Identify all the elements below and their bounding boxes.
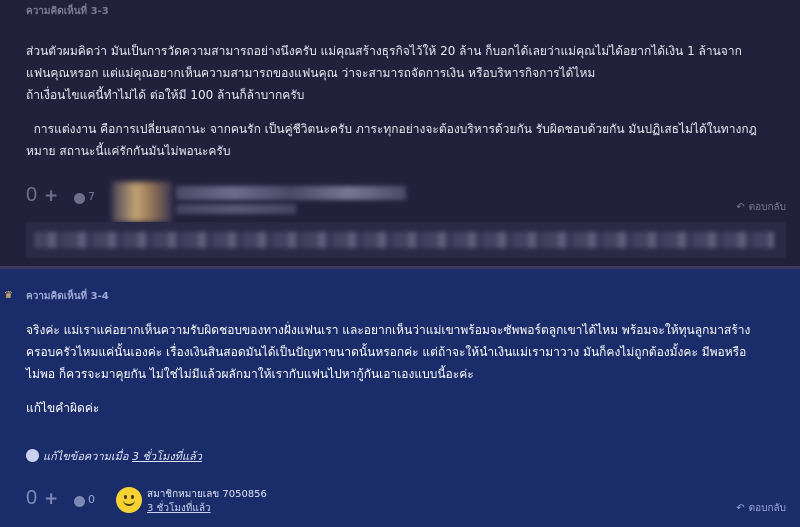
vote-count: 0: [26, 184, 38, 206]
comment-body: จริงค่ะ แม่เราแค่อยากเห็นความรับผิดชอบขอ…: [26, 319, 786, 419]
member-time: [176, 204, 296, 214]
edit-icon: [26, 449, 39, 462]
comment-3-4: ♛ ความคิดเห็นที่ 3-4 จริงค่ะ แม่เราแค่อย…: [0, 269, 800, 527]
reply-button[interactable]: ↶ ตอบกลับ: [736, 200, 786, 215]
comment-body: ส่วนตัวผมคิดว่า มันเป็นการวัดความสามารถอ…: [26, 40, 786, 162]
comment-paragraph: การแต่งงาน คือการเปลี่ยนสถานะ จากคนรัก เ…: [26, 122, 757, 158]
sub-reply-text: [34, 232, 774, 248]
comment-footer: 0 + 7 ↶ ตอบกลับ: [26, 182, 786, 222]
comment-3-3: ความคิดเห็นที่ 3-3 ส่วนตัวผมคิดว่า มันเป…: [0, 0, 800, 266]
owner-icon: ♛: [4, 290, 13, 301]
edit-note: แก้ไขข้อความเมื่อ 3 ชั่วโมงที่แล้ว: [26, 447, 202, 465]
emotion-icon[interactable]: [74, 193, 85, 204]
emotion-count: 7: [88, 190, 95, 203]
comment-label: ความคิดเห็นที่ 3-4: [26, 291, 109, 302]
edit-time-link[interactable]: 3 ชั่วโมงที่แล้ว: [132, 450, 202, 463]
comment-paragraph: แก้ไขคำผิดค่ะ: [26, 401, 100, 415]
member-name[interactable]: [176, 186, 406, 200]
comment-paragraph: จริงค่ะ แม่เราแค่อยากเห็นความรับผิดชอบขอ…: [26, 323, 751, 381]
plus-icon[interactable]: +: [44, 491, 60, 508]
comment-footer: 0 + 0 สมาชิกหมายเลข 7050856 3 ชั่วโมงที่…: [26, 483, 786, 523]
reply-icon: ↶: [736, 202, 745, 213]
member-time[interactable]: 3 ชั่วโมงที่แล้ว: [147, 501, 211, 516]
vote-count: 0: [26, 487, 38, 509]
avatar-smiley-icon[interactable]: [116, 487, 142, 513]
comment-label: ความคิดเห็นที่ 3-3: [26, 6, 109, 17]
reply-label: ตอบกลับ: [748, 503, 786, 514]
emotion-icon[interactable]: [74, 496, 85, 507]
plus-icon[interactable]: +: [44, 188, 60, 205]
member-name[interactable]: สมาชิกหมายเลข 7050856: [147, 487, 267, 502]
emotion-count: 0: [88, 493, 95, 506]
comment-paragraph: ส่วนตัวผมคิดว่า มันเป็นการวัดความสามารถอ…: [26, 44, 742, 102]
reply-button[interactable]: ↶ ตอบกลับ: [736, 501, 786, 516]
edit-prefix: แก้ไขข้อความเมื่อ: [43, 450, 133, 463]
reply-label: ตอบกลับ: [748, 202, 786, 213]
sub-reply-preview: [26, 222, 786, 258]
reply-icon: ↶: [736, 503, 745, 514]
avatar[interactable]: [112, 182, 172, 222]
